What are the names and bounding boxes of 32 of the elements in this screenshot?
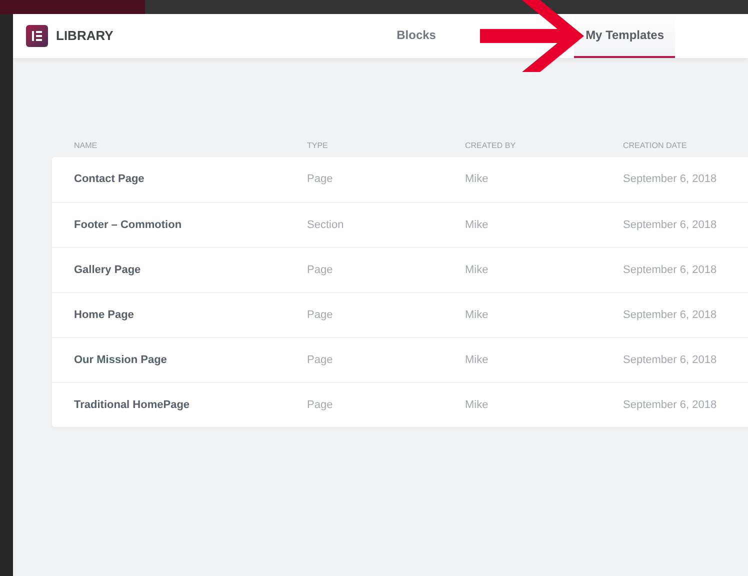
table-cell-text: Mike xyxy=(465,262,490,278)
table-cell-text: Contact Page xyxy=(74,172,146,188)
table-cell-text: Gallery Page xyxy=(74,262,142,278)
table-cell-text: Page xyxy=(307,172,334,188)
table-cell-text: Mike xyxy=(465,218,490,233)
table-cell-text: September 6, 2018 xyxy=(623,398,718,413)
table-cell-text: September 6, 2018 xyxy=(623,352,718,368)
table-cell-text: Page xyxy=(307,398,334,413)
table-cell-text: Home Page xyxy=(74,308,135,323)
tab[interactable]: My Templates xyxy=(574,14,676,58)
table-cell-text: Page xyxy=(307,308,334,323)
column-header: NAME xyxy=(74,140,98,152)
table-cell-text: Footer – Commotion xyxy=(74,218,183,233)
column-header: CREATED BY xyxy=(465,140,517,152)
table-cell-text: September 6, 2018 xyxy=(623,262,718,278)
table-cell-text: Mike xyxy=(465,308,490,323)
table-cell-text: Section xyxy=(307,218,345,233)
library-title: LIBRARY xyxy=(56,27,114,46)
table-cell-text: Mike xyxy=(465,398,490,413)
table-cell-text: Our Mission Page xyxy=(74,352,168,368)
logo-icon xyxy=(26,25,48,47)
table-cell-text: Traditional HomePage xyxy=(74,398,191,413)
table-cell-text: September 6, 2018 xyxy=(623,172,718,188)
table-cell-text: Page xyxy=(307,262,334,278)
table-cell-text: September 6, 2018 xyxy=(623,308,718,323)
column-header: CREATION DATE xyxy=(623,140,688,152)
table-cell-text: Mike xyxy=(465,352,490,368)
table-cell-text: Mike xyxy=(465,172,490,188)
column-header: TYPE xyxy=(307,140,329,152)
tab[interactable]: Blocks xyxy=(366,14,466,58)
table-cell-text: Page xyxy=(307,352,334,368)
table-cell-text: September 6, 2018 xyxy=(623,218,718,233)
